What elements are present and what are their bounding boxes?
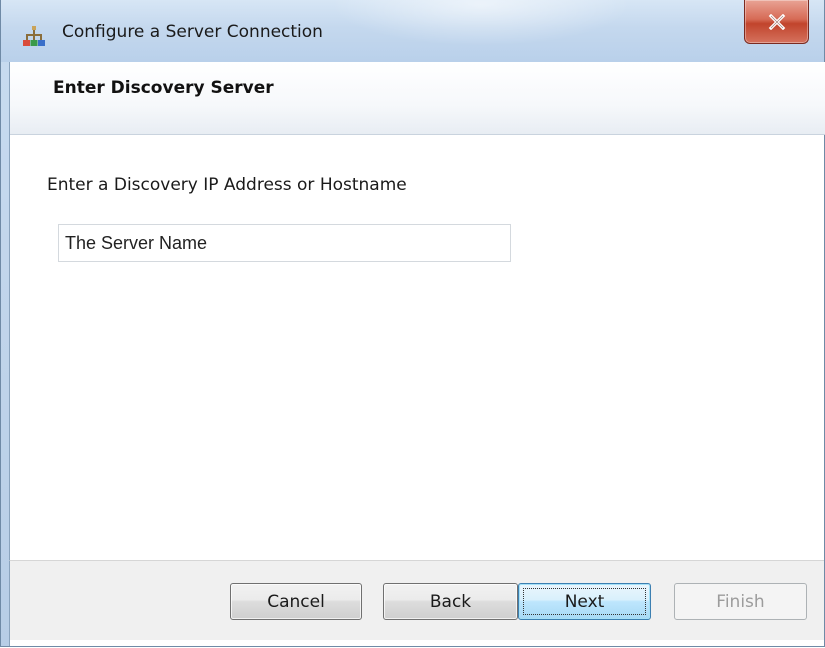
- next-button-label: Next: [564, 591, 605, 612]
- finish-button: Finish: [674, 583, 807, 620]
- wizard-header: [10, 62, 825, 135]
- title-bar[interactable]: Configure a Server Connection: [1, 0, 824, 62]
- cancel-button[interactable]: Cancel: [230, 583, 362, 620]
- title-bar-sheen: [331, 0, 631, 46]
- finish-button-label: Finish: [716, 591, 765, 612]
- back-button-label: Back: [429, 591, 472, 612]
- close-button[interactable]: [744, 0, 809, 44]
- cancel-button-label: Cancel: [267, 591, 325, 612]
- dialog-client-area: [9, 62, 825, 646]
- next-button[interactable]: Next: [518, 583, 651, 620]
- dialog-window: Configure a Server Connection Enter Disc…: [0, 0, 825, 647]
- page-title: Enter Discovery Server: [53, 78, 274, 98]
- window-title: Configure a Server Connection: [62, 22, 323, 42]
- close-icon: [768, 13, 786, 30]
- back-button[interactable]: Back: [383, 583, 518, 620]
- server-address-input[interactable]: [58, 224, 511, 262]
- server-address-label: Enter a Discovery IP Address or Hostname: [47, 175, 407, 195]
- network-settings-icon: [23, 25, 45, 47]
